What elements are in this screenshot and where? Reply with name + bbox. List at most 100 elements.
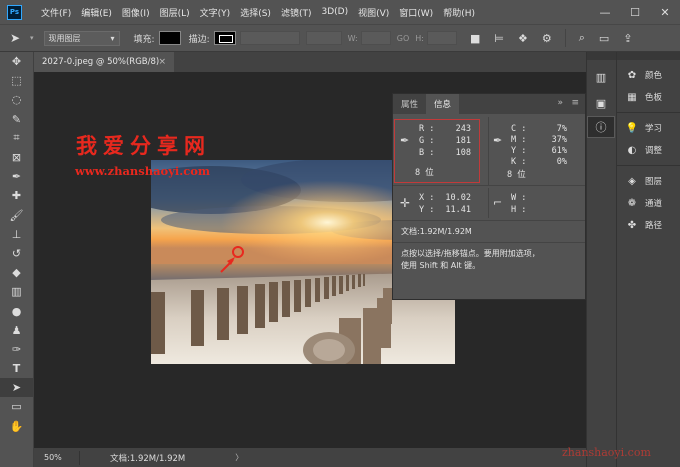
pen-tool-icon[interactable]: ✑ — [0, 340, 33, 359]
x-value: 10.02 — [445, 193, 471, 203]
eyedropper-icon[interactable]: ✒ — [400, 134, 409, 147]
palette-icon: ✿ — [627, 69, 637, 81]
fill-label: 填充: — [133, 34, 155, 45]
move-tool-icon[interactable]: ✥ — [0, 52, 33, 71]
height-label: H: — [415, 33, 424, 43]
search-icon[interactable]: ⌕ — [579, 31, 585, 45]
divider — [488, 188, 489, 218]
navigator-icon[interactable]: ▣ — [587, 92, 615, 114]
eyedropper-cmyk-icon[interactable]: ✒ — [493, 134, 502, 147]
hand-tool-icon[interactable]: ✋ — [0, 417, 33, 436]
menu-layer[interactable]: 图层(L) — [155, 6, 195, 19]
tab-properties[interactable]: 属性 — [393, 94, 426, 114]
path-align-icon[interactable]: ⊨ — [494, 32, 504, 45]
panel-channels[interactable]: ❁ 通道 — [617, 192, 680, 214]
menu-view[interactable]: 视图(V) — [353, 6, 394, 19]
menu-select[interactable]: 选择(S) — [235, 6, 276, 19]
divider — [488, 117, 489, 185]
collapse-icon[interactable]: » — [557, 98, 563, 108]
status-doc-size: 文档:1.92M/1.92M — [110, 453, 186, 464]
menu-image[interactable]: 图像(I) — [117, 6, 155, 19]
menu-window[interactable]: 窗口(W) — [394, 6, 438, 19]
eraser-tool-icon[interactable]: ◆ — [0, 263, 33, 282]
eyedropper-tool-icon[interactable]: ✒ — [0, 167, 33, 186]
fill-swatch[interactable] — [158, 31, 181, 45]
watermark-title: 我爱分享网 — [76, 133, 211, 158]
rgb-bit-depth: 8 位 — [415, 168, 434, 178]
stroke-swatch[interactable] — [213, 31, 236, 45]
document-tab[interactable]: 2027-0.jpeg @ 50%(RGB/8) × — [34, 52, 174, 72]
info-icon[interactable]: ⓘ — [587, 116, 615, 138]
share-icon[interactable]: ⇪ — [623, 32, 632, 45]
panel-group-learn: 💡 学习 ◐ 调整 — [617, 113, 680, 166]
quick-select-tool-icon[interactable]: ✎ — [0, 110, 33, 129]
panel-paths[interactable]: ✤ 路径 — [617, 214, 680, 236]
workspace-icon[interactable]: ▭ — [599, 32, 609, 45]
selection-mode-select[interactable]: 现用图层 ▾ — [43, 30, 120, 46]
healing-brush-tool-icon[interactable]: ✚ — [0, 186, 33, 205]
c-value: 7% — [556, 124, 567, 134]
dodge-tool-icon[interactable]: ♟ — [0, 321, 33, 340]
paths-icon: ✤ — [627, 219, 637, 231]
y-value: 61% — [551, 146, 567, 156]
panel-swatches[interactable]: ▦ 色板 — [617, 86, 680, 108]
marquee-tool-icon[interactable]: ⬚ — [0, 71, 33, 90]
path-ops-icon[interactable]: ■ — [470, 32, 480, 45]
panel-learn-label: 学习 — [645, 124, 663, 134]
menu-filter[interactable]: 滤镜(T) — [276, 6, 317, 19]
settings-gear-icon[interactable]: ⚙ — [542, 32, 552, 45]
divider — [393, 185, 585, 186]
path-arrange-icon[interactable]: ❖ — [518, 32, 528, 45]
zoom-level-field[interactable]: 50% — [40, 450, 80, 465]
stroke-type-field[interactable] — [305, 31, 342, 45]
crop-tool-icon[interactable]: ⌗ — [0, 129, 33, 148]
panel-adjustments[interactable]: ◐ 调整 — [617, 139, 680, 161]
menu-edit[interactable]: 编辑(E) — [76, 6, 117, 19]
panel-paths-label: 路径 — [645, 221, 663, 231]
collapsed-panels: ✿ 颜色 ▦ 色板 💡 学习 ◐ 调整 ◈ 图层 ❁ 通道 ✤ 路径 — [616, 52, 680, 467]
path-selection-tool-icon[interactable]: ➤ — [0, 378, 33, 398]
panel-menu-icon[interactable]: ≡ — [571, 98, 579, 108]
g-value: 181 — [455, 136, 471, 146]
tab-info[interactable]: 信息 — [426, 94, 460, 114]
rectangle-tool-icon[interactable]: ▭ — [0, 397, 33, 416]
link-label[interactable]: GO — [397, 34, 410, 43]
crosshair-icon: ✛ — [400, 196, 411, 210]
menu-file[interactable]: 文件(F) — [36, 6, 76, 19]
status-menu-arrow[interactable]: 〉 — [235, 452, 243, 463]
histogram-icon[interactable]: ▥ — [587, 66, 615, 88]
chevron-down-icon: ▾ — [110, 33, 115, 43]
photoshop-logo: Ps — [7, 4, 22, 20]
path-selection-tool-icon[interactable]: ➤ — [10, 31, 30, 45]
brush-tool-icon[interactable]: 🖌 — [0, 206, 33, 225]
watermark-url: www.zhanshaoyi.com — [75, 164, 211, 178]
menu-3d[interactable]: 3D(D) — [316, 7, 353, 17]
y-coord-value: 11.41 — [445, 205, 471, 215]
width-field[interactable] — [360, 31, 391, 45]
menu-help[interactable]: 帮助(H) — [438, 6, 480, 19]
dock-handle[interactable] — [617, 52, 680, 60]
status-bar: 50% 文档:1.92M/1.92M 〉 — [34, 448, 586, 467]
lasso-tool-icon[interactable]: ◌ — [0, 90, 33, 109]
maximize-button[interactable]: ☐ — [620, 0, 650, 24]
info-hint-line-2: 使用 Shift 和 Alt 键。 — [401, 261, 481, 270]
panel-layers[interactable]: ◈ 图层 — [617, 170, 680, 192]
panel-color[interactable]: ✿ 颜色 — [617, 64, 680, 86]
history-brush-tool-icon[interactable]: ↺ — [0, 244, 33, 263]
menu-type[interactable]: 文字(Y) — [195, 6, 236, 19]
info-doc-size: 文档:1.92M/1.92M — [401, 227, 472, 236]
blur-tool-icon[interactable]: ● — [0, 301, 33, 320]
gradient-tool-icon[interactable]: ▥ — [0, 282, 33, 301]
height-field[interactable] — [426, 31, 457, 45]
stroke-width-field[interactable] — [239, 31, 300, 45]
type-tool-icon[interactable]: T — [0, 359, 33, 378]
close-icon[interactable]: × — [158, 57, 166, 67]
clone-stamp-tool-icon[interactable]: ⊥ — [0, 225, 33, 244]
dock-handle[interactable] — [587, 52, 616, 60]
panel-learn[interactable]: 💡 学习 — [617, 117, 680, 139]
close-button[interactable]: ✕ — [650, 0, 680, 24]
frame-tool-icon[interactable]: ⊠ — [0, 148, 33, 167]
y-label: Y : — [511, 146, 527, 156]
tool-preset-caret-icon[interactable]: ▾ — [30, 34, 34, 42]
minimize-button[interactable]: — — [590, 0, 620, 24]
